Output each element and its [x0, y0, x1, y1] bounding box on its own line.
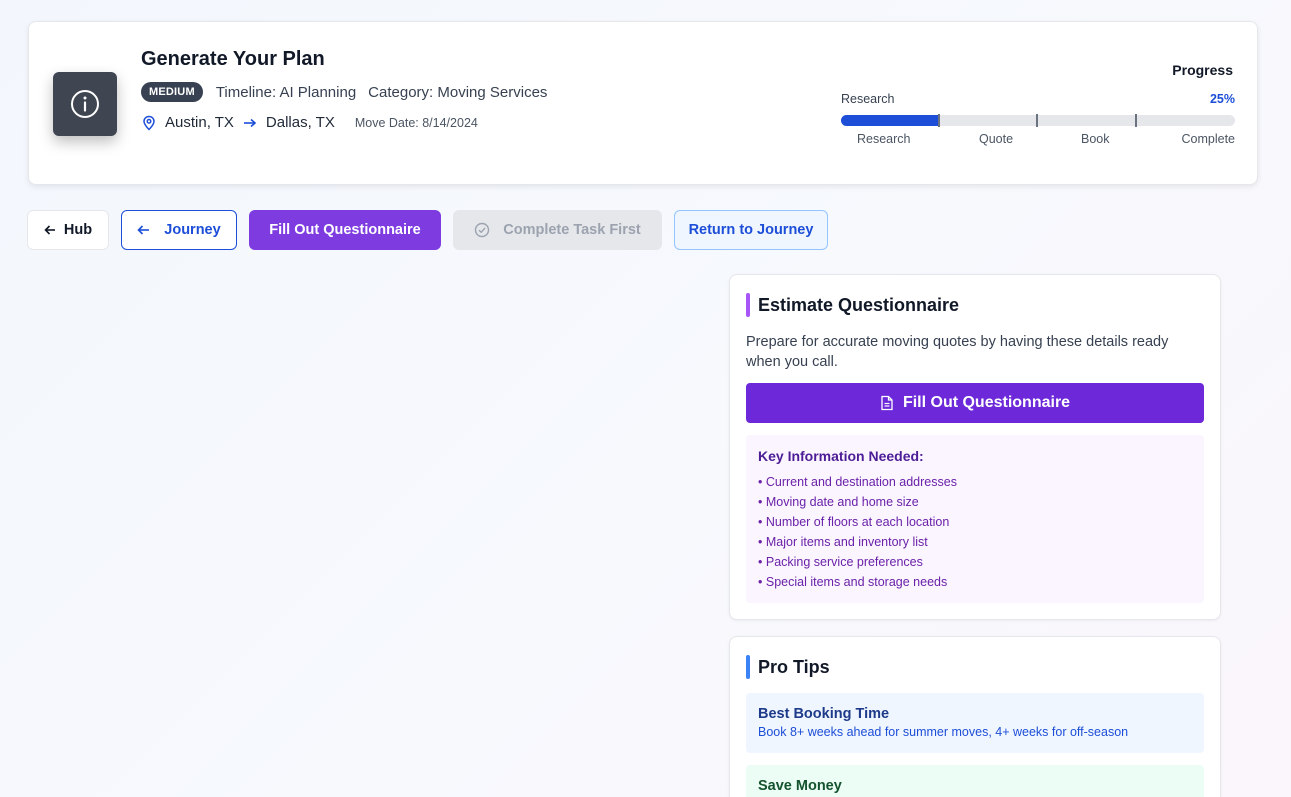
hub-button-label: Hub: [63, 222, 93, 238]
questionnaire-title: Estimate Questionnaire: [746, 293, 959, 317]
step-complete: Complete: [1181, 132, 1236, 146]
complete-task-button[interactable]: Complete Task First: [453, 210, 662, 250]
step-tick: [1036, 114, 1038, 127]
move-date: Move Date: 8/14/2024: [354, 115, 478, 130]
key-information-box: Key Information Needed: Current and dest…: [746, 435, 1204, 603]
arrow-left-icon: [44, 224, 56, 236]
current-step-label: Research: [841, 92, 895, 106]
list-item: Special items and storage needs: [758, 572, 1192, 592]
hub-button[interactable]: Hub: [27, 210, 109, 250]
category-text: Category: Moving Services: [368, 83, 548, 101]
journey-button[interactable]: Journey: [121, 210, 237, 250]
progress-percent: 25%: [1209, 92, 1235, 106]
list-item: Number of floors at each location: [758, 512, 1192, 532]
tip-booking-time: Best Booking Time Book 8+ weeks ahead fo…: [746, 693, 1204, 753]
return-to-journey-label: Return to Journey: [688, 222, 814, 238]
questionnaire-description: Prepare for accurate moving quotes by ha…: [746, 334, 1169, 370]
fill-questionnaire-button[interactable]: Fill Out Questionnaire: [249, 210, 441, 250]
questionnaire-fill-label: Fill Out Questionnaire: [902, 394, 1071, 411]
document-icon: [880, 395, 894, 411]
list-item: Packing service preferences: [758, 552, 1192, 572]
info-icon: [53, 72, 117, 136]
progress-section: Research 25% Research Quote Book Complet…: [841, 92, 1235, 148]
step-book: Book: [1081, 132, 1110, 146]
tip-save-money: Save Money: [746, 765, 1204, 797]
return-to-journey-button[interactable]: Return to Journey: [674, 210, 828, 250]
task-header-card: Generate Your Plan MEDIUM Timeline: AI P…: [28, 21, 1258, 185]
tip-title: Save Money: [758, 778, 842, 794]
arrow-left-icon: [137, 224, 150, 236]
journey-button-label: Journey: [164, 222, 221, 238]
priority-badge: MEDIUM: [141, 82, 203, 102]
location-pin-icon: [141, 115, 157, 131]
questionnaire-card: Estimate Questionnaire Prepare for accur…: [729, 274, 1221, 620]
key-information-list: Current and destination addresses Moving…: [758, 472, 1192, 592]
arrow-right-icon: [243, 118, 257, 128]
progress-bar: [841, 114, 1235, 127]
list-item: Current and destination addresses: [758, 472, 1192, 492]
route-info: Austin, TX Dallas, TX Move Date: 8/14/20…: [141, 114, 478, 131]
list-item: Major items and inventory list: [758, 532, 1192, 552]
step-quote: Quote: [979, 132, 1014, 146]
check-circle-icon: [474, 222, 490, 238]
timeline-text: Timeline: AI Planning: [215, 83, 357, 101]
pro-tips-card: Pro Tips Best Booking Time Book 8+ weeks…: [729, 636, 1221, 797]
progress-steps: Research Quote Book Complete: [841, 132, 1235, 148]
complete-task-label: Complete Task First: [503, 222, 641, 238]
task-meta: MEDIUM Timeline: AI Planning Category: M…: [141, 82, 547, 102]
page-title: Generate Your Plan: [141, 48, 325, 70]
step-research: Research: [857, 132, 911, 146]
tip-text: Book 8+ weeks ahead for summer moves, 4+…: [758, 725, 1129, 739]
progress-fill: [841, 115, 940, 126]
questionnaire-fill-button[interactable]: Fill Out Questionnaire: [746, 383, 1204, 423]
origin-city: Austin, TX: [165, 114, 234, 131]
pro-tips-title: Pro Tips: [746, 655, 830, 679]
step-tick: [938, 114, 940, 127]
progress-label: Progress: [1172, 62, 1233, 78]
fill-questionnaire-label: Fill Out Questionnaire: [269, 222, 421, 238]
key-information-title: Key Information Needed:: [758, 448, 924, 464]
tip-title: Best Booking Time: [758, 706, 890, 722]
step-tick: [1135, 114, 1137, 127]
list-item: Moving date and home size: [758, 492, 1192, 512]
destination-city: Dallas, TX: [265, 114, 335, 131]
